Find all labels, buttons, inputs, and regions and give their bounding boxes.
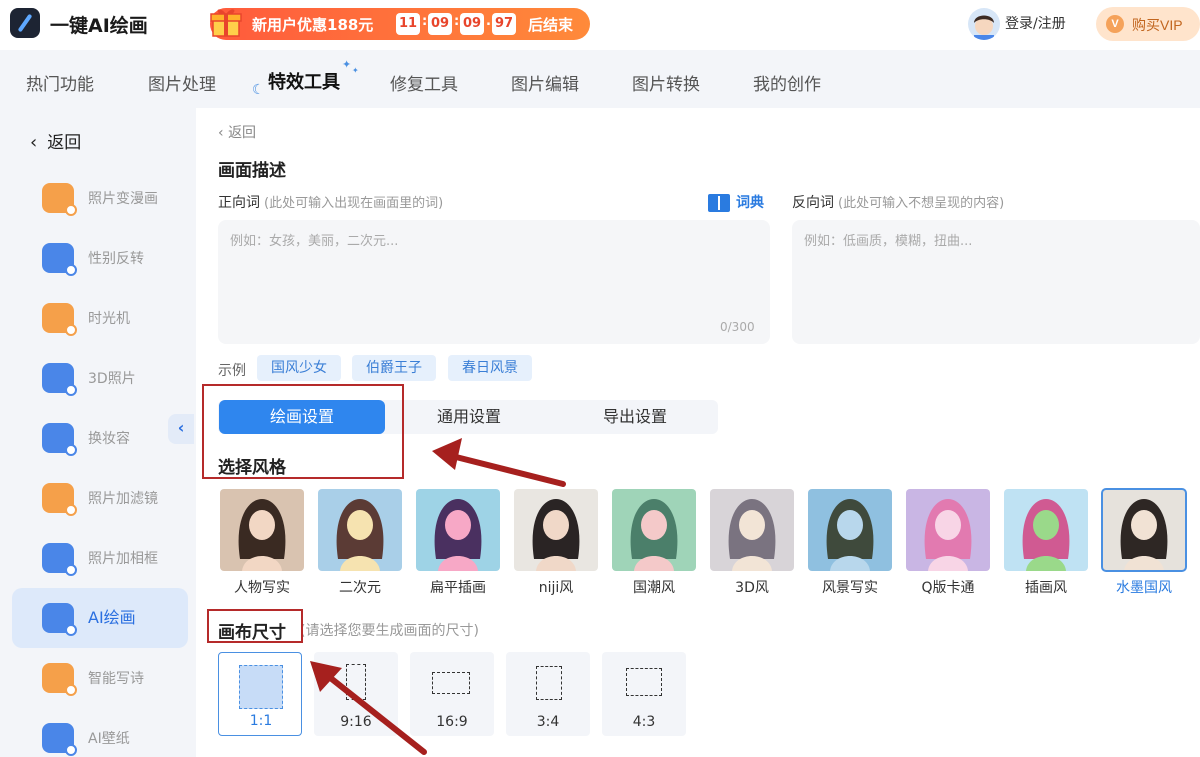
annotation-arrow xyxy=(310,661,424,752)
annotation-arrow xyxy=(432,438,563,484)
annotation-arrows xyxy=(0,0,1200,757)
